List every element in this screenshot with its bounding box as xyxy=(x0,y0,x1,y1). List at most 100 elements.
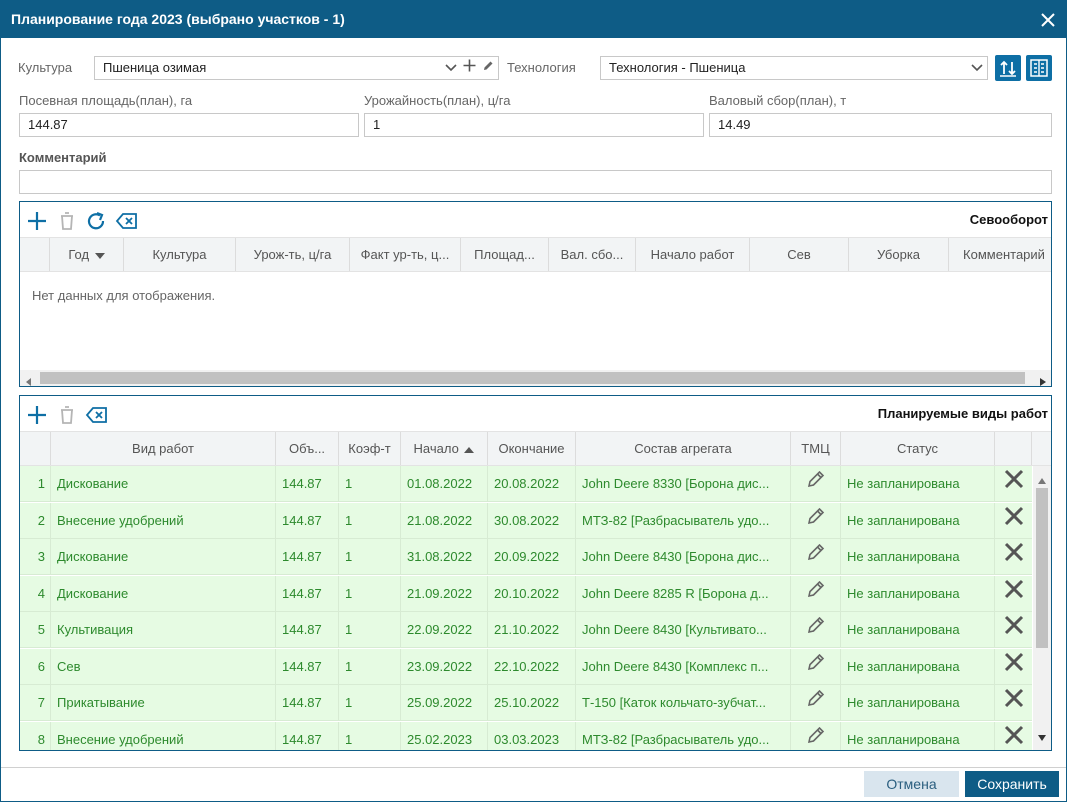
pencil-icon[interactable] xyxy=(806,577,826,611)
scroll-up-icon[interactable] xyxy=(1038,472,1046,487)
work-status: Не запланирована xyxy=(841,539,995,574)
work-actions[interactable] xyxy=(995,722,1032,751)
x-icon[interactable] xyxy=(1004,686,1024,720)
work-unit: МТЗ-82 [Разбрасыватель удо... xyxy=(576,502,791,538)
work-tmc[interactable] xyxy=(791,648,841,684)
rotation-col-culture[interactable]: Культура xyxy=(124,238,236,271)
delete-icon[interactable] xyxy=(56,210,78,232)
plus-icon[interactable] xyxy=(463,57,476,79)
table-row[interactable]: 8 Внесение удобрений 144.87 1 25.02.2023 03.0… xyxy=(20,721,1032,751)
work-actions[interactable] xyxy=(995,539,1032,574)
rotation-col-area[interactable]: Площад... xyxy=(461,238,549,271)
works-col-unit[interactable]: Состав агрегата xyxy=(576,432,791,465)
work-end: 20.09.2022 xyxy=(488,539,576,574)
table-row[interactable]: 1 Дискование 144.87 1 01.08.2022 20.08.2022 Jo… xyxy=(20,466,1032,502)
work-actions[interactable] xyxy=(995,576,1032,611)
work-tmc[interactable] xyxy=(791,685,841,720)
work-actions[interactable] xyxy=(995,685,1032,720)
row-index: 5 xyxy=(20,612,51,647)
scroll-right-icon[interactable] xyxy=(1040,374,1046,386)
rotation-col-harvest[interactable]: Уборка xyxy=(849,238,949,271)
work-end: 21.10.2022 xyxy=(488,612,576,647)
x-icon[interactable] xyxy=(1004,650,1024,684)
pencil-icon[interactable] xyxy=(806,467,826,501)
columns-icon[interactable] xyxy=(1026,55,1052,81)
work-tmc[interactable] xyxy=(791,502,841,538)
technology-combo[interactable]: Технология - Пшеница xyxy=(600,56,988,80)
refresh-icon[interactable] xyxy=(85,210,107,232)
table-row[interactable]: 3 Дискование 144.87 1 31.08.2022 20.09.2022 Jo… xyxy=(20,539,1032,575)
rotation-col-gross[interactable]: Вал. сбо... xyxy=(549,238,636,271)
rotation-toolbar: Севооборот xyxy=(20,202,1051,238)
works-col-volume[interactable]: Объ... xyxy=(276,432,339,465)
pencil-icon[interactable] xyxy=(806,723,826,750)
table-row[interactable]: 7 Прикатывание 144.87 1 25.09.2022 25.10.2022… xyxy=(20,685,1032,721)
plus-icon[interactable] xyxy=(26,210,48,232)
gross-input[interactable]: 14.49 xyxy=(709,113,1052,137)
works-col-start[interactable]: Начало xyxy=(401,432,488,465)
x-icon[interactable] xyxy=(1004,467,1024,501)
rotation-hscroll-thumb[interactable] xyxy=(40,372,1025,384)
rotation-col-yield[interactable]: Урож-ть, ц/га xyxy=(236,238,350,271)
table-row[interactable]: 2 Внесение удобрений 144.87 1 21.08.2022 30.0… xyxy=(20,502,1032,539)
dropdown-arrow-icon[interactable] xyxy=(445,57,457,79)
works-col-end[interactable]: Окончание xyxy=(488,432,576,465)
clear-icon[interactable] xyxy=(115,210,137,232)
area-input[interactable]: 144.87 xyxy=(19,113,359,137)
work-type: Дискование xyxy=(51,466,276,501)
pencil-icon[interactable] xyxy=(806,650,826,684)
works-vscroll-thumb[interactable] xyxy=(1036,488,1048,648)
work-tmc[interactable] xyxy=(791,539,841,574)
culture-combo[interactable]: Пшеница озимая xyxy=(94,56,499,80)
close-icon[interactable] xyxy=(1038,1,1058,38)
work-tmc[interactable] xyxy=(791,466,841,501)
rotation-col-start[interactable]: Начало работ xyxy=(636,238,750,271)
works-col-coef[interactable]: Коэф-т xyxy=(339,432,401,465)
delete-icon[interactable] xyxy=(56,404,78,426)
x-icon[interactable] xyxy=(1004,723,1024,750)
pencil-icon[interactable] xyxy=(806,686,826,720)
rotation-hscrollbar[interactable] xyxy=(20,370,1051,386)
work-actions[interactable] xyxy=(995,649,1032,684)
pencil-icon[interactable] xyxy=(806,504,826,538)
plus-icon[interactable] xyxy=(26,404,48,426)
yield-input[interactable]: 1 xyxy=(364,113,704,137)
footer-divider xyxy=(1,767,1066,768)
work-start: 21.08.2022 xyxy=(401,502,488,538)
work-tmc[interactable] xyxy=(791,721,841,750)
comment-input[interactable] xyxy=(19,170,1052,194)
work-actions[interactable] xyxy=(995,503,1032,538)
rotation-col-sowing[interactable]: Сев xyxy=(750,238,849,271)
sort-icon[interactable] xyxy=(995,55,1021,81)
x-icon[interactable] xyxy=(1004,504,1024,538)
cancel-button[interactable]: Отмена xyxy=(864,771,959,797)
rotation-col-year[interactable]: Год xyxy=(50,238,124,271)
pencil-icon[interactable] xyxy=(806,613,826,647)
works-col-type[interactable]: Вид работ xyxy=(51,432,276,465)
work-volume: 144.87 xyxy=(276,612,339,647)
pencil-icon[interactable] xyxy=(482,57,494,79)
clear-icon[interactable] xyxy=(85,404,107,426)
x-icon[interactable] xyxy=(1004,577,1024,611)
rotation-col-fact-yield[interactable]: Факт ур-ть, ц... xyxy=(350,238,461,271)
work-actions[interactable] xyxy=(995,612,1032,647)
works-col-tmc[interactable]: ТМЦ xyxy=(791,432,841,465)
rotation-col-comment[interactable]: Комментарий xyxy=(949,238,1051,271)
work-start: 21.09.2022 xyxy=(401,575,488,611)
work-actions[interactable] xyxy=(995,466,1032,501)
scroll-down-icon[interactable] xyxy=(1038,729,1046,744)
table-row[interactable]: 6 Сев 144.87 1 23.09.2022 22.10.2022 John Deer… xyxy=(20,648,1032,685)
table-row[interactable]: 5 Культивация 144.87 1 22.09.2022 21.10.2022 J… xyxy=(20,612,1032,648)
x-icon[interactable] xyxy=(1004,540,1024,574)
save-button[interactable]: Сохранить xyxy=(965,771,1059,797)
work-tmc[interactable] xyxy=(791,612,841,647)
x-icon[interactable] xyxy=(1004,613,1024,647)
table-row[interactable]: 4 Дискование 144.87 1 21.09.2022 20.10.2022 Jo… xyxy=(20,575,1032,612)
work-tmc[interactable] xyxy=(791,575,841,611)
pencil-icon[interactable] xyxy=(806,540,826,574)
scroll-left-icon[interactable] xyxy=(26,374,32,386)
dropdown-arrow-icon[interactable] xyxy=(971,57,983,79)
work-status: Не запланирована xyxy=(841,502,995,538)
works-col-status[interactable]: Статус xyxy=(841,432,995,465)
works-vscrollbar[interactable] xyxy=(1033,466,1051,750)
